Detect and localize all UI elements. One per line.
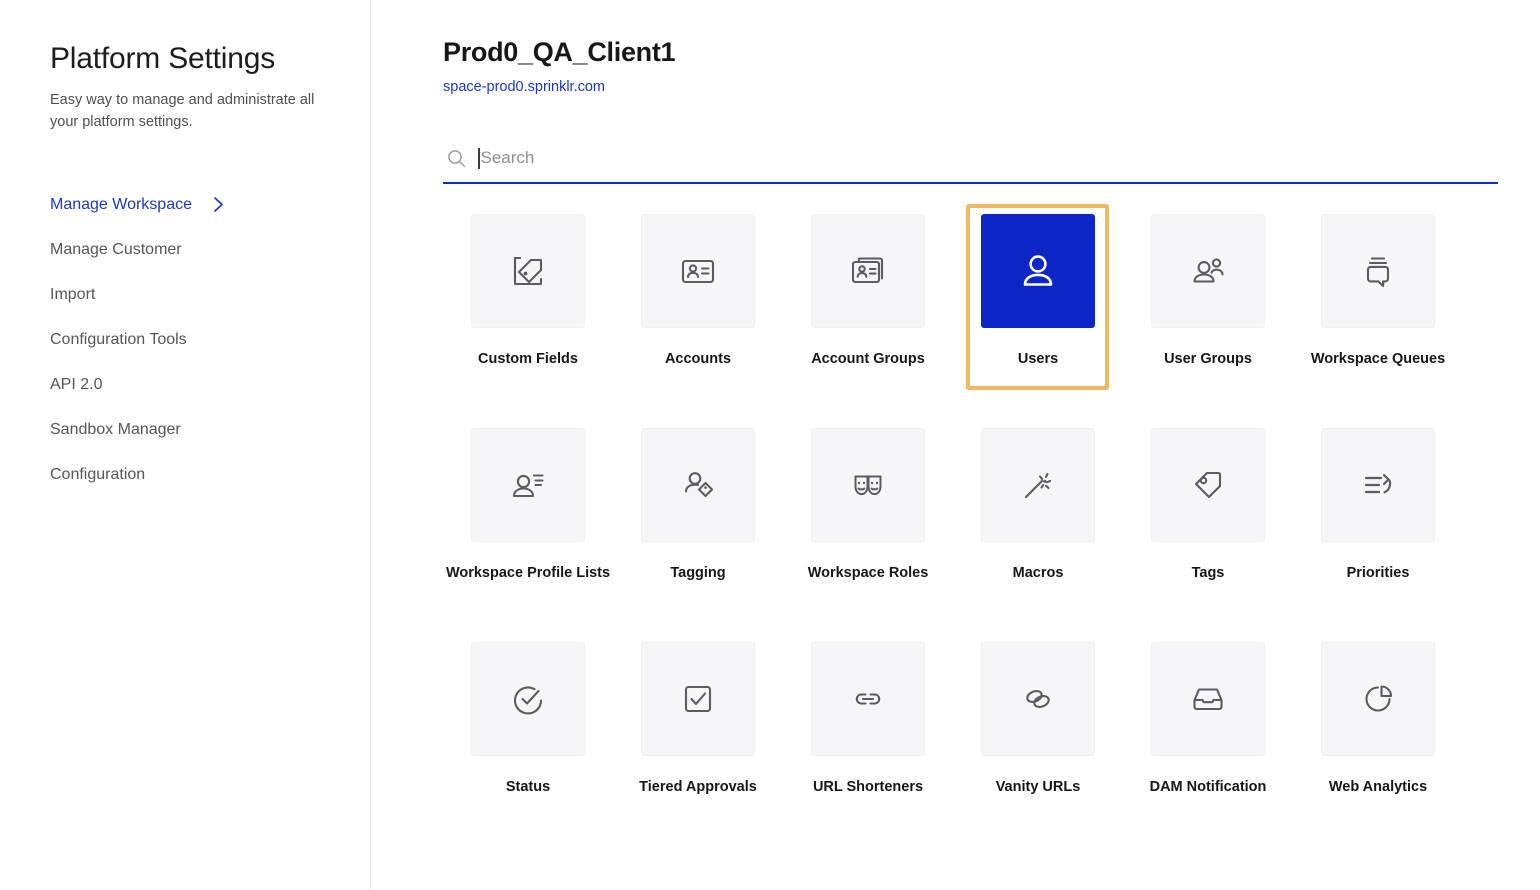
- tile-accounts[interactable]: Accounts: [613, 214, 783, 428]
- magic-wand-icon: [981, 428, 1095, 543]
- tile-vanity-urls[interactable]: Vanity URLs: [953, 642, 1123, 856]
- sidebar-item-manage-workspace[interactable]: Manage Workspace: [50, 182, 370, 227]
- tile-tags[interactable]: Tags: [1123, 428, 1293, 642]
- link-oval-icon: [981, 642, 1095, 757]
- tile-label: Workspace Roles: [807, 565, 929, 582]
- tile-tagging[interactable]: Tagging: [613, 428, 783, 642]
- sidebar-item-api-2-0[interactable]: API 2.0: [50, 362, 370, 407]
- tile-account-groups[interactable]: Account Groups: [783, 214, 953, 428]
- inbox-icon: [1151, 642, 1265, 757]
- tile-status[interactable]: Status: [443, 642, 613, 856]
- tile-label: Tags: [1191, 565, 1225, 582]
- theatre-masks-icon: [811, 428, 925, 543]
- user-icon: [981, 214, 1095, 329]
- tile-label: Tagging: [670, 565, 726, 582]
- tile-label: Tiered Approvals: [639, 779, 757, 796]
- sidebar-item-label: Configuration Tools: [50, 331, 187, 349]
- tile-url-shorteners[interactable]: URL Shorteners: [783, 642, 953, 856]
- tile-label: User Groups: [1164, 351, 1252, 368]
- sidebar-nav: Manage Workspace Manage Customer Import …: [50, 182, 370, 497]
- search-input[interactable]: Search: [478, 145, 1494, 171]
- platform-settings-page: Platform Settings Easy way to manage and…: [0, 0, 1540, 890]
- tile-label: Users: [1017, 351, 1059, 368]
- tile-user-groups[interactable]: User Groups: [1123, 214, 1293, 428]
- sidebar-item-sandbox-manager[interactable]: Sandbox Manager: [50, 407, 370, 452]
- sidebar-item-import[interactable]: Import: [50, 272, 370, 317]
- tile-label: Priorities: [1346, 565, 1410, 582]
- settings-tile-grid: Custom Fields Accounts Account Groups Us…: [443, 204, 1498, 856]
- tile-tiered-approvals[interactable]: Tiered Approvals: [613, 642, 783, 856]
- sidebar-item-configuration[interactable]: Configuration: [50, 452, 370, 497]
- id-card-stack-icon: [811, 214, 925, 329]
- main-content: Prod0_QA_Client1 space-prod0.sprinklr.co…: [371, 0, 1540, 890]
- tile-custom-fields[interactable]: Custom Fields: [443, 214, 613, 428]
- chevron-right-icon: [212, 196, 225, 213]
- tile-users[interactable]: Users: [953, 204, 1123, 428]
- tile-label: DAM Notification: [1149, 779, 1267, 796]
- id-card-icon: [641, 214, 755, 329]
- sidebar-item-label: Manage Customer: [50, 241, 182, 259]
- tile-label: Custom Fields: [478, 351, 578, 368]
- user-tag-icon: [641, 428, 755, 543]
- sidebar-subtitle: Easy way to manage and administrate all …: [50, 92, 315, 131]
- pie-chart-icon: [1321, 642, 1435, 757]
- sidebar-item-label: Configuration: [50, 466, 146, 484]
- tile-workspace-profile-lists[interactable]: Workspace Profile Lists: [443, 428, 613, 642]
- users-group-icon: [1151, 214, 1265, 329]
- search-icon: [447, 149, 466, 168]
- search-bar[interactable]: Search: [443, 144, 1498, 185]
- custom-fields-icon: [471, 214, 585, 329]
- search-placeholder: Search: [480, 148, 535, 168]
- tile-dam-notification[interactable]: DAM Notification: [1123, 642, 1293, 856]
- workspace-url-link[interactable]: space-prod0.sprinklr.com: [443, 79, 605, 95]
- tile-web-analytics[interactable]: Web Analytics: [1293, 642, 1463, 856]
- tile-label: Workspace Queues: [1310, 351, 1446, 368]
- sidebar-item-label: Manage Workspace: [50, 196, 192, 214]
- sidebar-item-label: API 2.0: [50, 376, 103, 394]
- tile-label: Web Analytics: [1328, 779, 1428, 796]
- tile-label: Macros: [1012, 565, 1064, 582]
- list-reorder-icon: [1321, 428, 1435, 543]
- tile-macros[interactable]: Macros: [953, 428, 1123, 642]
- sidebar: Platform Settings Easy way to manage and…: [0, 0, 371, 890]
- tile-label: Status: [505, 779, 551, 796]
- text-caret: [478, 147, 480, 169]
- tile-label: Vanity URLs: [995, 779, 1081, 796]
- sidebar-item-label: Import: [50, 286, 96, 304]
- tile-label: Account Groups: [811, 351, 925, 368]
- tile-label: Workspace Profile Lists: [445, 565, 611, 582]
- tag-icon: [1151, 428, 1265, 543]
- sidebar-title: Platform Settings: [50, 42, 276, 75]
- checkbox-icon: [641, 642, 755, 757]
- page-title: Prod0_QA_Client1: [443, 37, 676, 67]
- sidebar-item-configuration-tools[interactable]: Configuration Tools: [50, 317, 370, 362]
- sidebar-item-manage-customer[interactable]: Manage Customer: [50, 227, 370, 272]
- user-list-icon: [471, 428, 585, 543]
- tile-label: URL Shorteners: [812, 779, 924, 796]
- sidebar-item-label: Sandbox Manager: [50, 421, 181, 439]
- tile-label: Accounts: [664, 351, 732, 368]
- tile-workspace-roles[interactable]: Workspace Roles: [783, 428, 953, 642]
- link-icon: [811, 642, 925, 757]
- clock-check-icon: [471, 642, 585, 757]
- tile-priorities[interactable]: Priorities: [1293, 428, 1463, 642]
- tile-workspace-queues[interactable]: Workspace Queues: [1293, 214, 1463, 428]
- chat-stack-icon: [1321, 214, 1435, 329]
